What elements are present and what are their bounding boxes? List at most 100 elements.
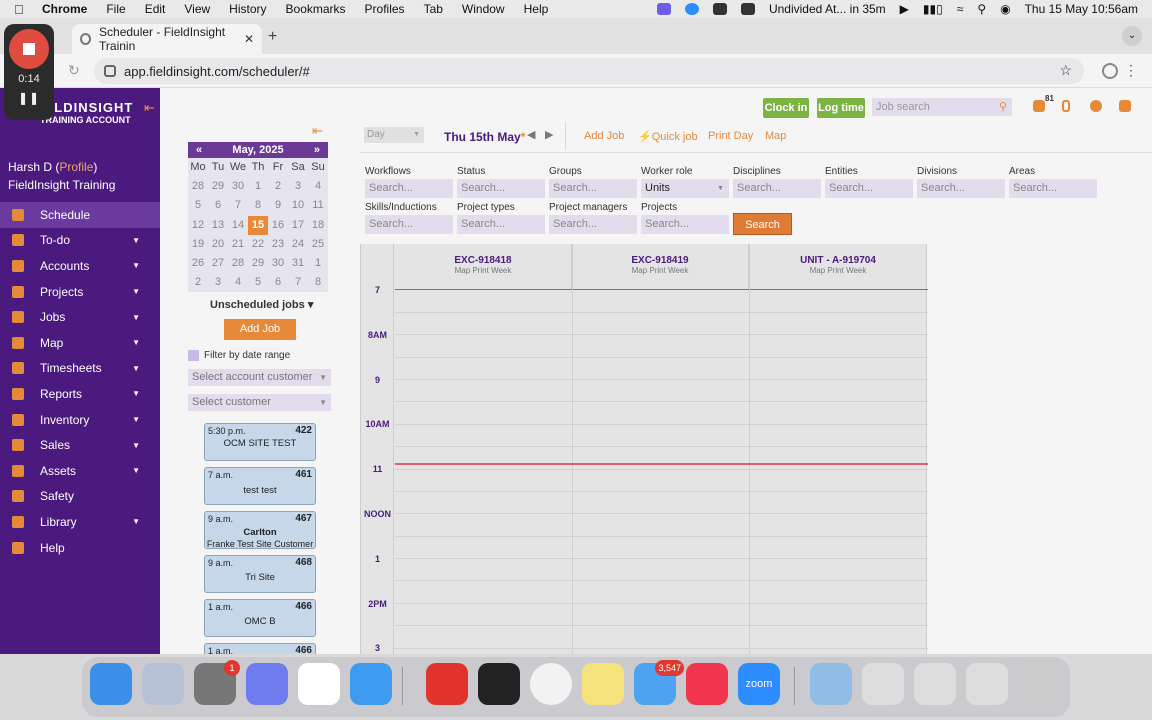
log-time-button[interactable]: Log time bbox=[817, 98, 865, 118]
browser-tab[interactable]: Scheduler - FieldInsight Trainin ✕ bbox=[72, 24, 262, 54]
calendar-day[interactable]: 3 bbox=[288, 177, 308, 196]
trash-icon[interactable] bbox=[1018, 663, 1060, 705]
filter-checkbox[interactable] bbox=[188, 350, 199, 361]
calendar-day[interactable]: 18 bbox=[308, 216, 328, 235]
profile-link[interactable]: Profile bbox=[59, 160, 93, 174]
calendar-day[interactable]: 22 bbox=[248, 235, 268, 254]
areas-input[interactable]: Search... bbox=[1009, 179, 1097, 198]
disciplines-input[interactable]: Search... bbox=[733, 179, 821, 198]
resource-column-header[interactable]: EXC-918419 Map Print Week bbox=[572, 244, 749, 290]
calendar-day[interactable]: 29 bbox=[248, 254, 268, 273]
unscheduled-job-card[interactable]: 1 a.m. 466 bbox=[204, 643, 316, 654]
account-customer-select[interactable]: Select account customer ▼ bbox=[188, 369, 331, 386]
calendar-day[interactable]: 26 bbox=[188, 254, 208, 273]
unscheduled-job-card[interactable]: 1 a.m. 466 OMC B bbox=[204, 599, 316, 637]
entities-input[interactable]: Search... bbox=[825, 179, 913, 198]
quick-job-link[interactable]: ⚡Quick job bbox=[638, 130, 698, 143]
calendar-day[interactable]: 8 bbox=[308, 273, 328, 292]
calendar-day[interactable]: 5 bbox=[188, 196, 208, 215]
calendar-day[interactable]: 6 bbox=[268, 273, 288, 292]
unscheduled-jobs-toggle[interactable]: Unscheduled jobs ▾ bbox=[210, 298, 313, 311]
window-thumbnail[interactable] bbox=[914, 663, 956, 705]
map-link[interactable]: Map bbox=[765, 130, 786, 142]
system-settings-icon[interactable]: 1 bbox=[194, 660, 240, 705]
brand-logo[interactable]: IELDINSIGHT TRAINING ACCOUNT bbox=[40, 100, 133, 125]
unscheduled-job-card[interactable]: 5:30 p.m. 422 OCM SITE TEST bbox=[204, 423, 316, 461]
project-managers-input[interactable]: Search... bbox=[549, 215, 637, 234]
unscheduled-job-card[interactable]: 7 a.m. 461 test test bbox=[204, 467, 316, 505]
calendar-day[interactable]: 12 bbox=[188, 216, 208, 235]
calendar-day[interactable]: 11 bbox=[308, 196, 328, 215]
calendar-day[interactable]: 9 bbox=[268, 196, 288, 215]
calendar-day[interactable]: 13 bbox=[208, 216, 228, 235]
perplexity-icon[interactable] bbox=[246, 663, 288, 705]
gear-status-icon[interactable] bbox=[712, 3, 727, 15]
menu-window[interactable]: Window bbox=[462, 2, 505, 16]
apple-menu-icon[interactable]:  bbox=[14, 2, 34, 17]
bookmark-star-icon[interactable]: ☆ bbox=[1059, 62, 1072, 79]
safari-icon[interactable] bbox=[350, 663, 392, 705]
workflows-input[interactable]: Search... bbox=[365, 179, 453, 198]
window-thumbnail[interactable] bbox=[966, 663, 1008, 705]
menu-app[interactable]: Chrome bbox=[42, 2, 87, 16]
groups-input[interactable]: Search... bbox=[549, 179, 637, 198]
launchpad-icon[interactable] bbox=[142, 663, 184, 705]
menu-file[interactable]: File bbox=[106, 2, 125, 16]
calendar-day[interactable]: 30 bbox=[268, 254, 288, 273]
view-select[interactable]: Day ▼ bbox=[364, 127, 424, 143]
calendar-day[interactable]: 4 bbox=[228, 273, 248, 292]
calendar-day[interactable]: 7 bbox=[228, 196, 248, 215]
add-job-link[interactable]: Add Job bbox=[584, 130, 624, 142]
calendar-day[interactable]: 23 bbox=[268, 235, 288, 254]
calendar-day[interactable]: 28 bbox=[228, 254, 248, 273]
site-info-icon[interactable] bbox=[104, 65, 116, 77]
sidebar-item-projects[interactable]: Projects ▼ bbox=[0, 279, 160, 305]
calendar-day[interactable]: 24 bbox=[288, 235, 308, 254]
calendar-day[interactable]: 17 bbox=[288, 216, 308, 235]
worker-role-select[interactable]: Units ▼ bbox=[641, 179, 729, 198]
stop-recording-button[interactable] bbox=[9, 29, 49, 69]
calendar-day[interactable]: 2 bbox=[268, 177, 288, 196]
profile-icon[interactable] bbox=[1102, 63, 1118, 79]
wifi-icon[interactable]: ≈ bbox=[957, 2, 964, 16]
finder-icon[interactable] bbox=[90, 663, 132, 705]
sidebar-item-library[interactable]: Library ▼ bbox=[0, 509, 160, 535]
search-icon[interactable]: ⚲ bbox=[977, 2, 986, 16]
unscheduled-job-card[interactable]: 9 a.m. 467 Carlton Franke Test Site Cust… bbox=[204, 511, 316, 549]
caret-down-icon[interactable]: ▼ bbox=[132, 313, 140, 322]
prev-day-button[interactable]: ◀ bbox=[527, 128, 535, 141]
sidebar-item-sales[interactable]: Sales ▼ bbox=[0, 432, 160, 458]
mobile-icon[interactable] bbox=[1062, 100, 1070, 112]
job-search-input[interactable]: Job search ⚲ bbox=[872, 98, 1012, 116]
sidebar-item-safety[interactable]: Safety bbox=[0, 484, 160, 510]
control-center-icon[interactable]: ◉ bbox=[1000, 2, 1010, 16]
caret-down-icon[interactable]: ▼ bbox=[132, 441, 140, 450]
calendar-day[interactable]: 29 bbox=[208, 177, 228, 196]
caret-down-icon[interactable]: ▼ bbox=[132, 415, 140, 424]
menu-help[interactable]: Help bbox=[524, 2, 549, 16]
wps-office-icon[interactable] bbox=[426, 663, 468, 705]
sidebar-item-assets[interactable]: Assets ▼ bbox=[0, 458, 160, 484]
caret-down-icon[interactable]: ▼ bbox=[132, 364, 140, 373]
status-input[interactable]: Search... bbox=[457, 179, 545, 198]
calendar-day[interactable]: 10 bbox=[288, 196, 308, 215]
caret-down-icon[interactable]: ▼ bbox=[132, 287, 140, 296]
calendar-day[interactable]: 19 bbox=[188, 235, 208, 254]
projects-input[interactable]: Search... bbox=[641, 215, 729, 234]
menu-edit[interactable]: Edit bbox=[145, 2, 166, 16]
menu-history[interactable]: History bbox=[229, 2, 266, 16]
calendar-day[interactable]: 4 bbox=[308, 177, 328, 196]
calendar-day[interactable]: 1 bbox=[248, 177, 268, 196]
reload-icon[interactable]: ↻ bbox=[68, 62, 80, 79]
caret-down-icon[interactable]: ▼ bbox=[132, 517, 140, 526]
calendar-day[interactable]: 25 bbox=[308, 235, 328, 254]
menu-profiles[interactable]: Profiles bbox=[365, 2, 405, 16]
address-bar[interactable]: app.fieldinsight.com/scheduler/# ☆ bbox=[94, 58, 1084, 84]
add-job-button[interactable]: Add Job bbox=[224, 319, 296, 340]
next-day-button[interactable]: ▶ bbox=[545, 128, 553, 141]
calendar-day[interactable]: 8 bbox=[248, 196, 268, 215]
calendar-day[interactable]: 27 bbox=[208, 254, 228, 273]
menu-view[interactable]: View bbox=[184, 2, 210, 16]
zoom-status-icon[interactable] bbox=[684, 3, 699, 15]
screen-share-icon[interactable] bbox=[656, 3, 671, 15]
